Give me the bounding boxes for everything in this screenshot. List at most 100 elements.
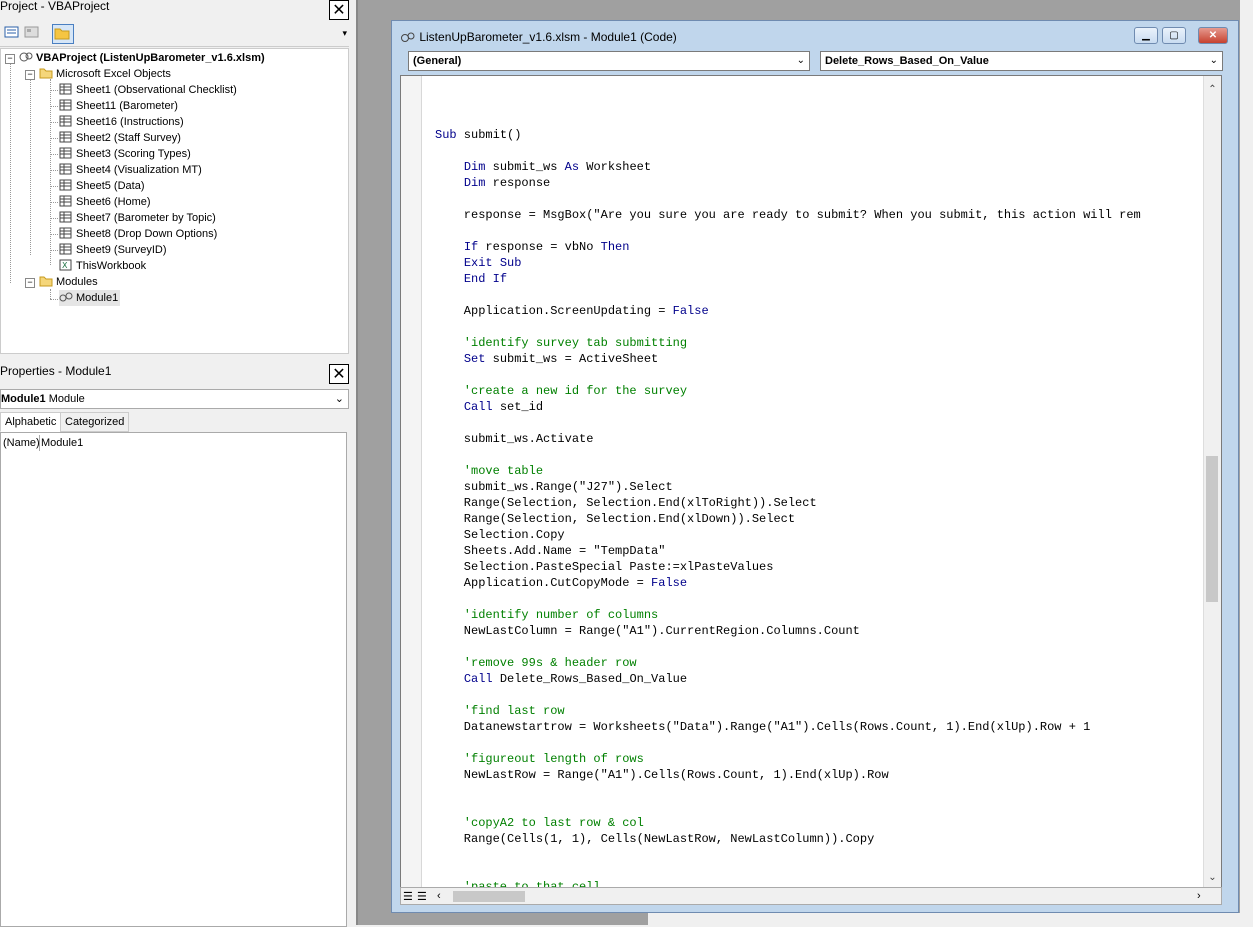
- code-line[interactable]: Application.CutCopyMode = False: [435, 575, 1199, 591]
- code-line[interactable]: 'figureout length of rows: [435, 751, 1199, 767]
- tree-folder-modules[interactable]: Modules: [39, 274, 98, 290]
- code-editor[interactable]: Sub submit() Dim submit_ws As Worksheet …: [400, 75, 1222, 889]
- properties-object-dropdown[interactable]: Module1 Module ⌄: [0, 389, 349, 409]
- maximize-icon[interactable]: ▢: [1162, 27, 1186, 44]
- code-line[interactable]: End If: [435, 271, 1199, 287]
- code-line[interactable]: [435, 191, 1199, 207]
- view-code-icon[interactable]: [4, 24, 22, 42]
- code-lines[interactable]: Sub submit() Dim submit_ws As Worksheet …: [435, 111, 1199, 888]
- code-line[interactable]: [435, 687, 1199, 703]
- code-line[interactable]: Set submit_ws = ActiveSheet: [435, 351, 1199, 367]
- procedure-combo[interactable]: Delete_Rows_Based_On_Value ⌄: [820, 51, 1223, 71]
- horizontal-scroll-thumb[interactable]: [453, 891, 525, 902]
- code-line[interactable]: submit_ws.Range("J27").Select: [435, 479, 1199, 495]
- properties-close-icon[interactable]: ✕: [329, 364, 349, 384]
- collapse-modules-icon[interactable]: −: [25, 278, 35, 288]
- margin-indicator-bar[interactable]: [401, 76, 422, 888]
- scroll-up-icon[interactable]: ⌃: [1204, 82, 1221, 98]
- code-line[interactable]: Application.ScreenUpdating = False: [435, 303, 1199, 319]
- object-combo[interactable]: (General) ⌄: [408, 51, 810, 71]
- code-line[interactable]: [435, 447, 1199, 463]
- code-line[interactable]: [435, 287, 1199, 303]
- property-value[interactable]: Module1: [41, 435, 83, 451]
- tree-workbook[interactable]: X ThisWorkbook: [59, 258, 146, 274]
- tree-module1[interactable]: Module1: [59, 290, 121, 306]
- collapse-project-icon[interactable]: −: [5, 54, 15, 64]
- code-line[interactable]: [435, 799, 1199, 815]
- code-line[interactable]: [435, 863, 1199, 879]
- tree-sheet-item[interactable]: Sheet8 (Drop Down Options): [59, 226, 217, 242]
- scroll-right-icon[interactable]: ›: [1197, 890, 1201, 902]
- code-line[interactable]: NewLastRow = Range("A1").Cells(Rows.Coun…: [435, 767, 1199, 783]
- code-line[interactable]: 'find last row: [435, 703, 1199, 719]
- code-line[interactable]: Sub submit(): [435, 127, 1199, 143]
- workbook-icon: X: [59, 259, 73, 271]
- tree-sheet-item[interactable]: Sheet9 (SurveyID): [59, 242, 166, 258]
- code-line[interactable]: [435, 591, 1199, 607]
- code-line[interactable]: [435, 111, 1199, 127]
- code-line[interactable]: Datanewstartrow = Worksheets("Data").Ran…: [435, 719, 1199, 735]
- code-line[interactable]: [435, 639, 1199, 655]
- minimize-icon[interactable]: ▁: [1134, 27, 1158, 44]
- code-line[interactable]: If response = vbNo Then: [435, 239, 1199, 255]
- code-line[interactable]: NewLastColumn = Range("A1").CurrentRegio…: [435, 623, 1199, 639]
- close-icon[interactable]: ✕: [1198, 27, 1228, 44]
- code-line[interactable]: 'identify survey tab submitting: [435, 335, 1199, 351]
- code-line[interactable]: [435, 847, 1199, 863]
- vertical-scroll-thumb[interactable]: [1206, 456, 1218, 602]
- collapse-objects-icon[interactable]: −: [25, 70, 35, 80]
- tab-alphabetic[interactable]: Alphabetic: [0, 412, 62, 432]
- full-module-view-icon[interactable]: ☰: [417, 890, 427, 903]
- sheet-icon: [59, 163, 73, 175]
- tree-sheet-item[interactable]: Sheet4 (Visualization MT): [59, 162, 202, 178]
- tree-sheet-item[interactable]: Sheet2 (Staff Survey): [59, 130, 181, 146]
- tree-sheet-item[interactable]: Sheet1 (Observational Checklist): [59, 82, 237, 98]
- tree-sheet-item[interactable]: Sheet3 (Scoring Types): [59, 146, 191, 162]
- code-line[interactable]: [435, 223, 1199, 239]
- code-line[interactable]: Range(Selection, Selection.End(xlDown)).…: [435, 511, 1199, 527]
- property-row[interactable]: (Name) Module1: [1, 435, 346, 451]
- tab-categorized[interactable]: Categorized: [60, 412, 130, 432]
- code-line[interactable]: Dim submit_ws As Worksheet: [435, 159, 1199, 175]
- code-line[interactable]: submit_ws.Activate: [435, 431, 1199, 447]
- code-line[interactable]: Sheets.Add.Name = "TempData": [435, 543, 1199, 559]
- code-window-title-bar[interactable]: ListenUpBarometer_v1.6.xlsm - Module1 (C…: [400, 21, 677, 53]
- code-line[interactable]: Selection.PasteSpecial Paste:=xlPasteVal…: [435, 559, 1199, 575]
- tree-sheet-item[interactable]: Sheet6 (Home): [59, 194, 151, 210]
- toolbar-more-icon[interactable]: ▾: [342, 28, 347, 39]
- code-line[interactable]: Exit Sub: [435, 255, 1199, 271]
- object-combo-value: (General): [413, 55, 462, 67]
- code-line[interactable]: 'move table: [435, 463, 1199, 479]
- tree-sheet-item[interactable]: Sheet11 (Barometer): [59, 98, 178, 114]
- code-line[interactable]: Call Delete_Rows_Based_On_Value: [435, 671, 1199, 687]
- tree-folder-objects[interactable]: Microsoft Excel Objects: [39, 66, 171, 82]
- tree-sheet-item[interactable]: Sheet16 (Instructions): [59, 114, 184, 130]
- code-line[interactable]: [435, 367, 1199, 383]
- tree-sheet-label: Sheet8 (Drop Down Options): [76, 228, 218, 240]
- code-line[interactable]: Dim response: [435, 175, 1199, 191]
- view-object-icon[interactable]: [24, 24, 42, 42]
- code-line[interactable]: 'create a new id for the survey: [435, 383, 1199, 399]
- code-line[interactable]: 'identify number of columns: [435, 607, 1199, 623]
- vertical-scrollbar[interactable]: ⌃ ⌄: [1203, 76, 1221, 888]
- code-line[interactable]: Selection.Copy: [435, 527, 1199, 543]
- code-line[interactable]: [435, 319, 1199, 335]
- code-line[interactable]: 'copyA2 to last row & col: [435, 815, 1199, 831]
- code-line[interactable]: Range(Cells(1, 1), Cells(NewLastRow, New…: [435, 831, 1199, 847]
- scroll-down-icon[interactable]: ⌄: [1204, 870, 1221, 886]
- code-line[interactable]: [435, 415, 1199, 431]
- toggle-folders-icon[interactable]: [52, 24, 74, 44]
- scroll-left-icon[interactable]: ‹: [437, 890, 441, 902]
- code-line[interactable]: [435, 783, 1199, 799]
- code-line[interactable]: [435, 735, 1199, 751]
- code-line[interactable]: response = MsgBox("Are you sure you are …: [435, 207, 1199, 223]
- tree-root[interactable]: VBAProject (ListenUpBarometer_v1.6.xlsm): [19, 50, 265, 66]
- project-close-icon[interactable]: ✕: [329, 0, 349, 20]
- code-line[interactable]: Range(Selection, Selection.End(xlToRight…: [435, 495, 1199, 511]
- code-line[interactable]: [435, 143, 1199, 159]
- tree-sheet-item[interactable]: Sheet7 (Barometer by Topic): [59, 210, 216, 226]
- procedure-view-icon[interactable]: ☰: [403, 890, 413, 903]
- tree-sheet-item[interactable]: Sheet5 (Data): [59, 178, 144, 194]
- code-line[interactable]: 'remove 99s & header row: [435, 655, 1199, 671]
- code-line[interactable]: Call set_id: [435, 399, 1199, 415]
